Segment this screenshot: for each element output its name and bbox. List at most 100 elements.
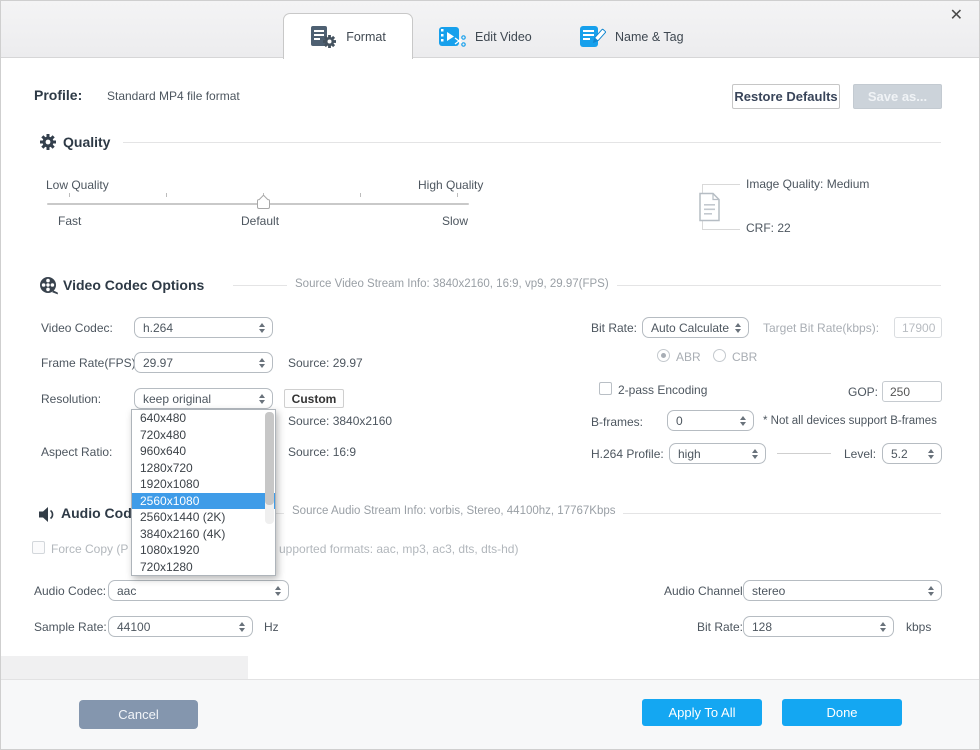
quality-slider-thumb[interactable] bbox=[257, 199, 270, 209]
tab-format-label: Format bbox=[346, 30, 386, 44]
profile-value: Standard MP4 file format bbox=[107, 89, 240, 103]
sample-rate-unit: Hz bbox=[264, 620, 279, 634]
resolution-value: keep original bbox=[143, 392, 211, 406]
film-reel-icon bbox=[39, 276, 58, 300]
resolution-option[interactable]: 720x480 bbox=[132, 427, 275, 444]
select-arrows-icon bbox=[740, 416, 746, 426]
image-quality-value: Image Quality: Medium bbox=[746, 177, 869, 191]
slider-low-label: Low Quality bbox=[46, 178, 109, 192]
slider-fast-label: Fast bbox=[58, 214, 81, 228]
bitrate-select[interactable]: Auto Calculate bbox=[642, 317, 749, 338]
audio-codec-label: Audio Codec: bbox=[34, 584, 106, 598]
audio-channel-value: stereo bbox=[752, 584, 785, 598]
restore-defaults-button[interactable]: Restore Defaults bbox=[732, 84, 840, 109]
select-arrows-icon bbox=[259, 323, 265, 333]
aspect-ratio-source: Source: 16:9 bbox=[288, 445, 356, 459]
target-bitrate-label: Target Bit Rate(kbps): bbox=[763, 321, 879, 335]
tab-name-tag[interactable]: Name & Tag bbox=[579, 23, 684, 51]
bitrate-value: Auto Calculate bbox=[651, 321, 729, 335]
apply-to-all-button[interactable]: Apply To All bbox=[642, 699, 762, 726]
bframes-note: * Not all devices support B-frames bbox=[763, 415, 937, 427]
video-source-info: Source Video Stream Info: 3840x2160, 16:… bbox=[287, 278, 617, 290]
profile-level-dash bbox=[777, 453, 831, 454]
close-icon[interactable]: ✕ bbox=[950, 8, 963, 24]
select-arrows-icon bbox=[752, 449, 758, 459]
cbr-radio bbox=[713, 349, 726, 362]
abr-radio bbox=[657, 349, 670, 362]
resolution-option-selected[interactable]: 2560x1080 bbox=[132, 493, 275, 510]
audio-bitrate-value: 128 bbox=[752, 620, 772, 634]
framerate-select[interactable]: 29.97 bbox=[134, 352, 273, 373]
resolution-select[interactable]: keep original bbox=[134, 388, 273, 409]
audio-codec-select[interactable]: aac bbox=[108, 580, 289, 601]
resolution-option[interactable]: 640x480 bbox=[132, 410, 275, 427]
select-arrows-icon bbox=[275, 586, 281, 596]
resolution-option[interactable]: 3840x2160 (4K) bbox=[132, 526, 275, 543]
slider-tick bbox=[166, 193, 167, 197]
profile-label: Profile: bbox=[34, 87, 82, 103]
slider-tick bbox=[360, 193, 361, 197]
audio-channel-select[interactable]: stereo bbox=[743, 580, 942, 601]
bitrate-label: Bit Rate: bbox=[591, 321, 637, 335]
quality-section-rule bbox=[123, 142, 941, 143]
select-arrows-icon bbox=[928, 586, 934, 596]
audio-channel-label: Audio Channel: bbox=[664, 584, 746, 598]
slider-tick bbox=[69, 193, 70, 197]
two-pass-checkbox[interactable] bbox=[599, 382, 612, 395]
cbr-label: CBR bbox=[732, 350, 757, 364]
tab-format[interactable]: Format bbox=[283, 13, 413, 59]
audio-bitrate-select[interactable]: 128 bbox=[743, 616, 894, 637]
tab-bar-divider bbox=[1, 57, 980, 58]
select-arrows-icon bbox=[239, 622, 245, 632]
edit-video-icon bbox=[438, 25, 466, 49]
name-tag-icon bbox=[579, 25, 606, 49]
audio-bitrate-unit: kbps bbox=[906, 620, 931, 634]
framerate-label: Frame Rate(FPS): bbox=[41, 356, 139, 370]
video-codec-value: h.264 bbox=[143, 321, 173, 335]
audio-bitrate-label: Bit Rate: bbox=[697, 620, 743, 634]
resolution-option[interactable]: 960x640 bbox=[132, 443, 275, 460]
level-value: 5.2 bbox=[891, 447, 908, 461]
audio-codec-value: aac bbox=[117, 584, 136, 598]
video-section-title: Video Codec Options bbox=[63, 277, 204, 293]
bframes-label: B-frames: bbox=[591, 415, 643, 429]
quality-gear-icon bbox=[39, 133, 57, 156]
level-select[interactable]: 5.2 bbox=[882, 443, 942, 464]
resolution-option[interactable]: 720x1280 bbox=[132, 559, 275, 576]
quality-section-title: Quality bbox=[63, 134, 110, 150]
select-arrows-icon bbox=[259, 394, 265, 404]
force-copy-label-start: Force Copy (P bbox=[51, 542, 128, 556]
sample-rate-select[interactable]: 44100 bbox=[108, 616, 253, 637]
dropdown-scrollbar[interactable] bbox=[265, 412, 274, 524]
framerate-source: Source: 29.97 bbox=[288, 356, 363, 370]
video-codec-select[interactable]: h.264 bbox=[134, 317, 273, 338]
done-button[interactable]: Done bbox=[782, 699, 902, 726]
level-label: Level: bbox=[844, 447, 876, 461]
gop-label: GOP: bbox=[848, 385, 878, 399]
speaker-icon bbox=[37, 505, 58, 529]
select-arrows-icon bbox=[880, 622, 886, 632]
select-arrows-icon bbox=[259, 358, 265, 368]
custom-resolution-button[interactable]: Custom bbox=[284, 389, 344, 408]
resolution-option[interactable]: 2560x1440 (2K) bbox=[132, 509, 275, 526]
document-icon bbox=[698, 192, 721, 227]
crf-value: CRF: 22 bbox=[746, 221, 791, 235]
resolution-label: Resolution: bbox=[41, 392, 101, 406]
tab-edit-video[interactable]: Edit Video bbox=[438, 23, 532, 51]
resolution-option[interactable]: 1280x720 bbox=[132, 460, 275, 477]
target-bitrate-input: 17900 bbox=[894, 317, 942, 338]
audio-source-info: Source Audio Stream Info: vorbis, Stereo… bbox=[284, 505, 623, 517]
dropdown-scrollbar-thumb[interactable] bbox=[265, 412, 274, 505]
h264-profile-select[interactable]: high bbox=[669, 443, 766, 464]
force-copy-label-end: upported formats: aac, mp3, ac3, dts, dt… bbox=[279, 542, 518, 556]
cancel-button[interactable]: Cancel bbox=[79, 700, 198, 729]
select-arrows-icon bbox=[928, 449, 934, 459]
bframes-select[interactable]: 0 bbox=[667, 410, 754, 431]
resolution-option[interactable]: 1080x1920 bbox=[132, 542, 275, 559]
h264-profile-label: H.264 Profile: bbox=[591, 447, 664, 461]
resolution-option[interactable]: 1920x1080 bbox=[132, 476, 275, 493]
slider-default-label: Default bbox=[241, 214, 279, 228]
slider-slow-label: Slow bbox=[442, 214, 468, 228]
abr-label: ABR bbox=[676, 350, 701, 364]
gop-input[interactable]: 250 bbox=[882, 381, 942, 402]
